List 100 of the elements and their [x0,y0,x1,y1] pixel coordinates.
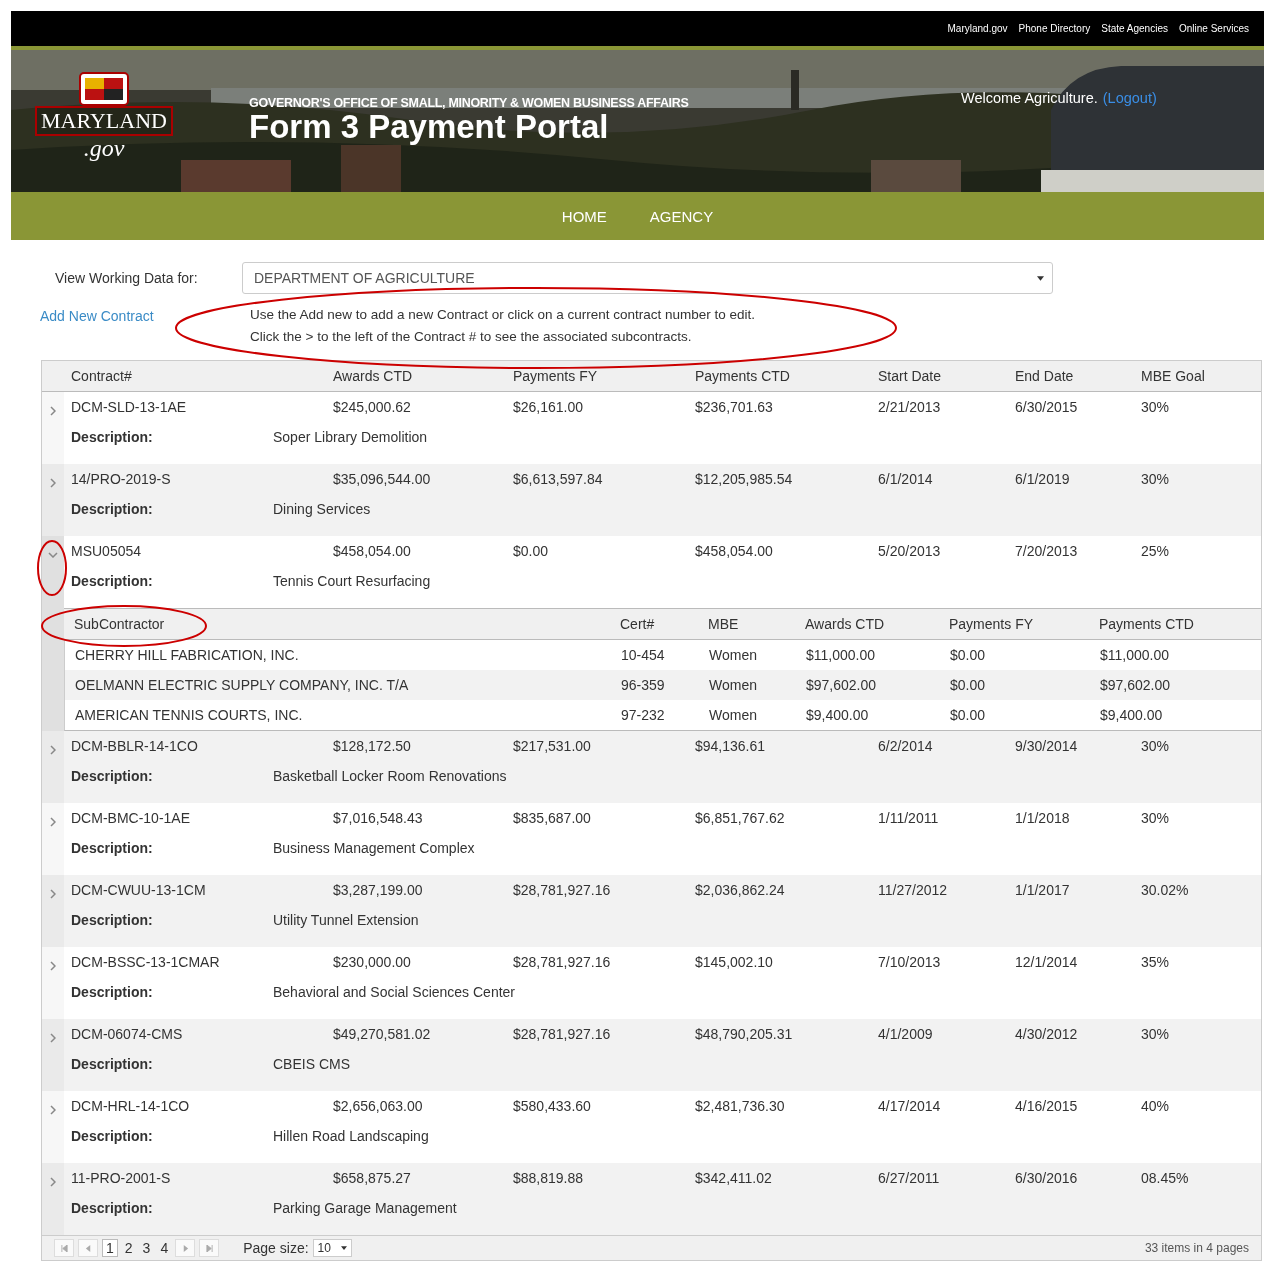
page-size-label: Page size: [243,1240,309,1256]
table-cell-text: 12/1/2014 [1015,954,1079,970]
table-cell-text: 6/30/2015 [1015,399,1079,415]
description-text: Tennis Court Resurfacing [273,573,432,589]
table-cell-text: 97-232 [621,707,666,723]
description-label: Description: [71,840,154,856]
contract-link[interactable]: DCM-06074-CMS [71,1026,333,1042]
page-link[interactable]: 2 [121,1240,136,1256]
column-header: Payments FY [513,368,599,384]
table-cell-text: 7/10/2013 [878,954,942,970]
table-cell-text: 11/27/2012 [878,882,949,898]
table-cell-text: Women [709,707,758,723]
table-cell-text: 7/20/2013 [1015,543,1079,559]
description-label: Description: [71,1200,154,1216]
page-link[interactable]: 1 [102,1239,118,1257]
table-cell-text: 6/30/2016 [1015,1170,1079,1186]
table-cell-text: $28,781,927.16 [513,1026,612,1042]
description-label: Description: [71,501,154,517]
expand-chevron-icon[interactable] [50,478,56,488]
previous-page-button[interactable] [78,1239,98,1257]
description-text: CBEIS CMS [273,1056,351,1072]
description-label: Description: [71,912,154,928]
table-cell-text: 2/21/2013 [878,399,942,415]
description-text: Business Management Complex [273,840,476,856]
contract-link[interactable]: MSU05054 [71,543,333,559]
table-cell-text: $580,433.60 [513,1098,592,1114]
table-cell-text: 30% [1141,471,1171,487]
expand-chevron-icon[interactable] [50,1105,56,1115]
table-cell-text: 6/27/2011 [878,1170,941,1186]
expand-chevron-icon[interactable] [48,552,58,558]
caret-icon [340,1246,347,1250]
logout-link[interactable]: (Logout) [1102,90,1157,106]
expand-chevron-icon[interactable] [50,745,56,755]
description-label: Description: [71,768,154,784]
contract-link[interactable]: DCM-BSSC-13-1CMAR [71,954,333,970]
portal-title: Form 3 Payment Portal [249,110,610,144]
filter-label: View Working Data for: [55,270,199,286]
contract-link[interactable]: DCM-BMC-10-1AE [71,810,333,826]
last-page-icon [205,1244,213,1252]
contract-link[interactable]: DCM-SLD-13-1AE [71,399,333,415]
table-cell-text: $0.00 [950,707,987,723]
caret-icon [1037,275,1044,281]
last-page-button[interactable] [199,1239,220,1257]
top-link[interactable]: State Agencies [1101,23,1168,34]
table-cell-text: Women [709,647,758,663]
expand-chevron-icon[interactable] [50,406,56,416]
table-cell-text: $458,054.00 [695,543,774,559]
table-cell-text: 9/30/2014 [1015,738,1079,754]
table-cell-text: 30% [1141,399,1171,415]
flag-icon [79,72,129,106]
agency-select[interactable]: DEPARTMENT OF AGRICULTURE [242,262,1053,294]
contract-link[interactable]: DCM-HRL-14-1CO [71,1098,333,1114]
table-cell-text: $658,875.27 [333,1170,412,1186]
table-cell-text: 1/11/2011 [878,810,940,826]
expand-chevron-icon[interactable] [50,1033,56,1043]
description-label: Description: [71,1056,154,1072]
agency-title: GOVERNOR'S OFFICE OF SMALL, MINORITY & WOMEN BUSINESS AFFAIRS [249,96,689,110]
table-cell-text: 6/2/2014 [878,738,934,754]
expand-chevron-icon[interactable] [50,961,56,971]
table-cell-text: 30% [1141,1026,1171,1042]
expand-chevron-icon[interactable] [50,1177,56,1187]
column-header: Contract# [71,368,133,384]
table-cell-text: 4/1/2009 [878,1026,934,1042]
next-page-button[interactable] [175,1239,196,1257]
table-cell-text: 10-454 [621,647,666,663]
table-cell-text: $128,172.50 [333,738,412,754]
table-cell-text: AMERICAN TENNIS COURTS, INC. [75,707,304,723]
first-page-button[interactable] [54,1239,74,1257]
expand-chevron-icon[interactable] [50,817,56,827]
description-text: Behavioral and Social Sciences Center [273,984,517,1000]
table-cell-text: OELMANN ELECTRIC SUPPLY COMPANY, INC. T/A [75,677,410,693]
page-link[interactable]: 4 [157,1240,172,1256]
page-link[interactable]: 3 [139,1240,154,1256]
expand-chevron-icon[interactable] [50,889,56,899]
table-cell-text: $12,205,985.54 [695,471,794,487]
table-cell-text: $49,270,581.02 [333,1026,432,1042]
table-cell-text: 4/17/2014 [878,1098,942,1114]
top-link[interactable]: Phone Directory [1018,23,1091,34]
table-cell-text: $145,002.10 [695,954,774,970]
page-size-select[interactable]: 10 [312,1239,352,1257]
welcome-text: Welcome Agriculture. [961,90,1098,106]
description-text: Basketball Locker Room Renovations [273,768,508,784]
contract-link[interactable]: 11-PRO-2001-S [71,1170,333,1186]
column-header: Payments CTD [695,368,791,384]
table-cell-text: 6/1/2014 [878,471,934,487]
annotation-ellipse [37,540,67,596]
table-cell-text: $6,851,767.62 [695,810,786,826]
table-cell-text: 35% [1141,954,1171,970]
table-cell-text: 96-359 [621,677,666,693]
table-cell-text: 30.02% [1141,882,1190,898]
contract-link[interactable]: DCM-CWUU-13-1CM [71,882,333,898]
table-cell-text: $97,602.00 [806,677,878,693]
description-label: Description: [71,429,154,445]
table-cell-text: $9,400.00 [1100,707,1164,723]
top-link[interactable]: Online Services [1178,23,1249,34]
contract-link[interactable]: 14/PRO-2019-S [71,471,333,487]
top-link[interactable]: Maryland.gov [947,23,1008,34]
table-cell-text: 6/1/2019 [1015,471,1071,487]
contract-link[interactable]: DCM-BBLR-14-1CO [71,738,333,754]
add-contract-link[interactable]: Add New Contract [40,308,250,360]
